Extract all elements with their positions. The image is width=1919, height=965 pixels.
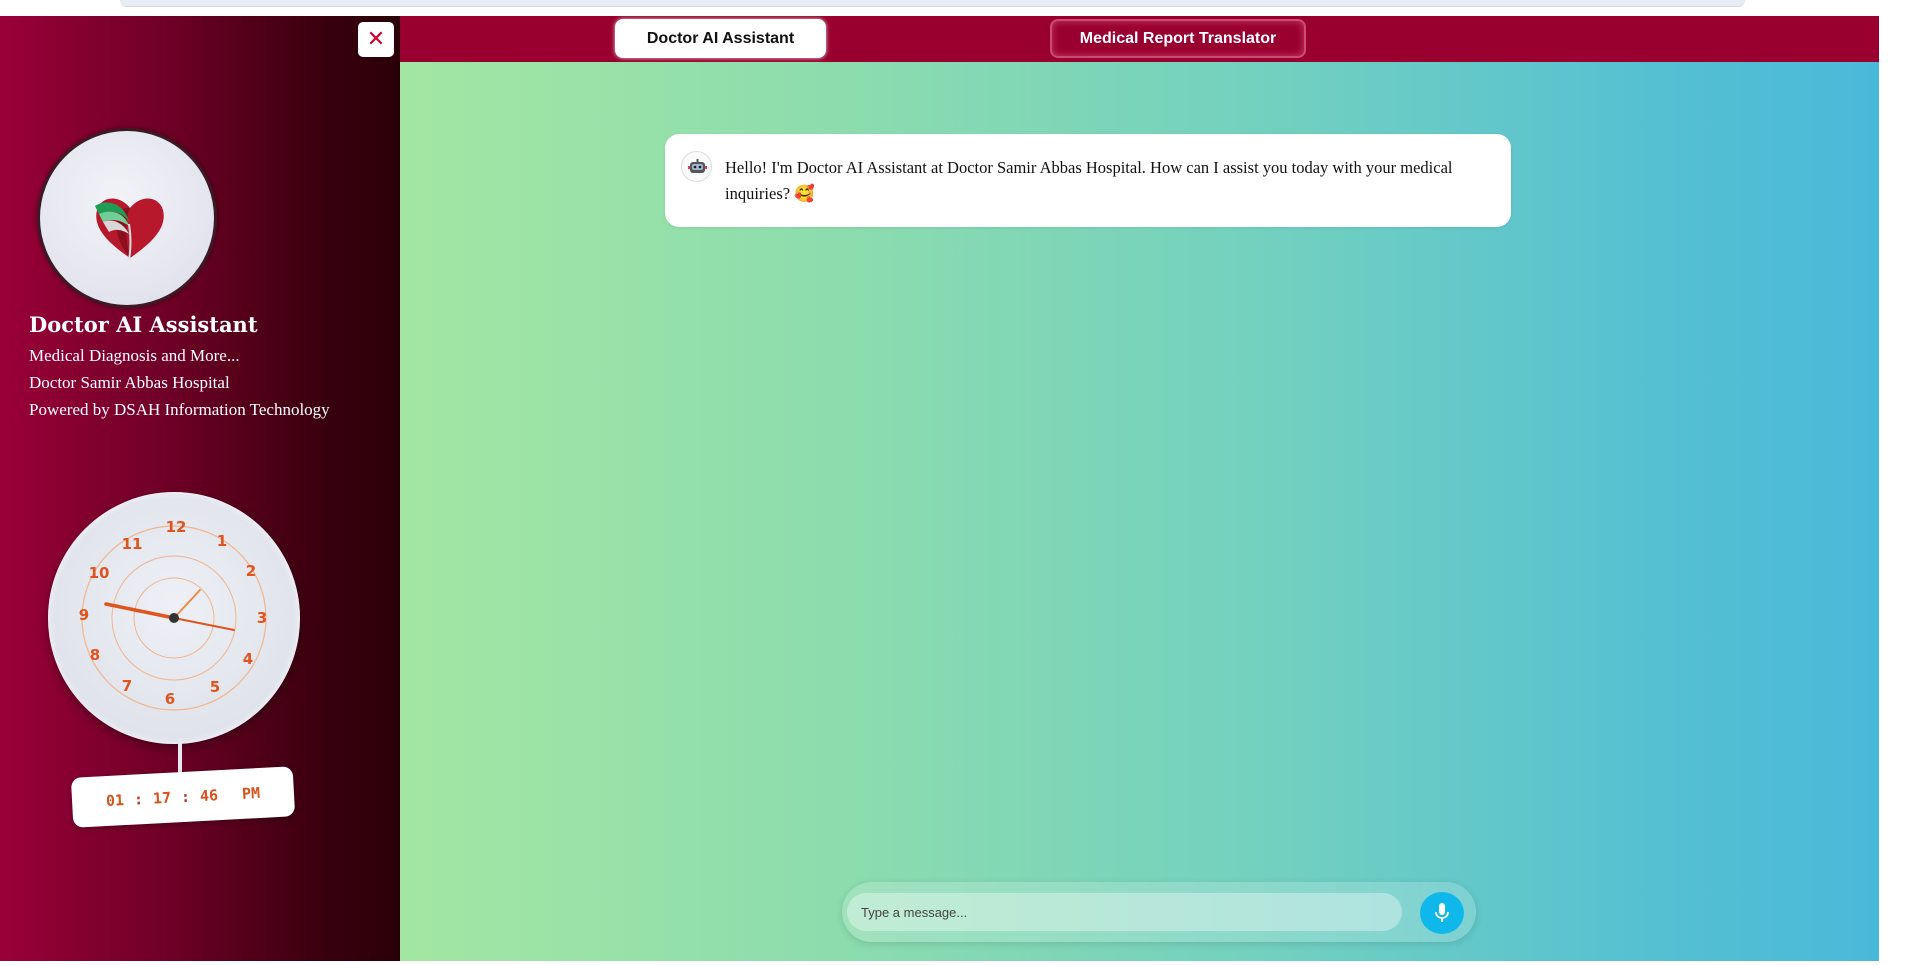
clock-second-hand [173,617,235,631]
heart-logo-icon [95,198,164,261]
clock-minute-hand [104,602,176,620]
sidebar-title: Doctor AI Assistant [29,312,258,337]
clock-number-7: 7 [122,677,132,695]
message-input[interactable] [847,893,1402,931]
clock-number-6: 6 [165,690,175,708]
sidebar-powered-by: Powered by DSAH Information Technology [29,400,330,419]
robot-icon [688,159,707,173]
clock-number-4: 4 [243,650,253,668]
clock-number-10: 10 [89,564,110,582]
digital-minutes: 17 [152,788,172,808]
message-composer [842,882,1476,942]
assistant-message-text: Hello! I'm Doctor AI Assistant at Doctor… [725,158,1453,203]
clock-face: 12 1 2 3 4 5 6 7 8 9 10 11 [79,518,267,711]
digital-separator: : [180,787,191,807]
microphone-button[interactable] [1420,892,1464,934]
sidebar-hospital-name: Doctor Samir Abbas Hospital [29,373,230,392]
clock-number-8: 8 [90,646,100,664]
microphone-icon [1435,903,1449,922]
digital-clock: 01 : 17 : 46 PM [70,766,296,828]
hospital-logo [37,128,217,308]
digital-seconds: 46 [199,786,219,806]
top-tab-bar: Doctor AI Assistant Medical Report Trans… [400,16,1879,62]
chat-area: Hello! I'm Doctor AI Assistant at Doctor… [400,62,1879,961]
digital-separator: : [133,790,144,809]
clock-number-11: 11 [122,535,143,553]
sidebar-tagline: Medical Diagnosis and More... [29,346,240,365]
tab-doctor-ai-assistant[interactable]: Doctor AI Assistant [615,19,826,58]
digital-period: PM [241,783,261,803]
clock-number-1: 1 [217,532,227,550]
clock-number-12: 12 [166,518,187,536]
browser-address-strip [0,0,1919,16]
address-bar-edge [120,0,1745,7]
sidebar: ✕ Doctor AI Assistant Medical Diagnosis … [0,16,400,961]
assistant-avatar [681,151,712,182]
analog-clock: 12 1 2 3 4 5 6 7 8 9 10 11 [48,492,300,744]
clock-number-2: 2 [246,562,256,580]
clock-number-3: 3 [257,609,267,627]
clock-hour-hand [173,589,201,619]
clock-number-9: 9 [79,606,89,624]
tab-medical-report-translator[interactable]: Medical Report Translator [1050,19,1306,58]
assistant-message: Hello! I'm Doctor AI Assistant at Doctor… [665,134,1511,227]
clock-center-pin [169,613,179,623]
clock-number-5: 5 [210,678,220,696]
app: ✕ Doctor AI Assistant Medical Diagnosis … [0,16,1879,961]
close-sidebar-button[interactable]: ✕ [358,22,394,57]
digital-hours: 01 [105,791,125,811]
